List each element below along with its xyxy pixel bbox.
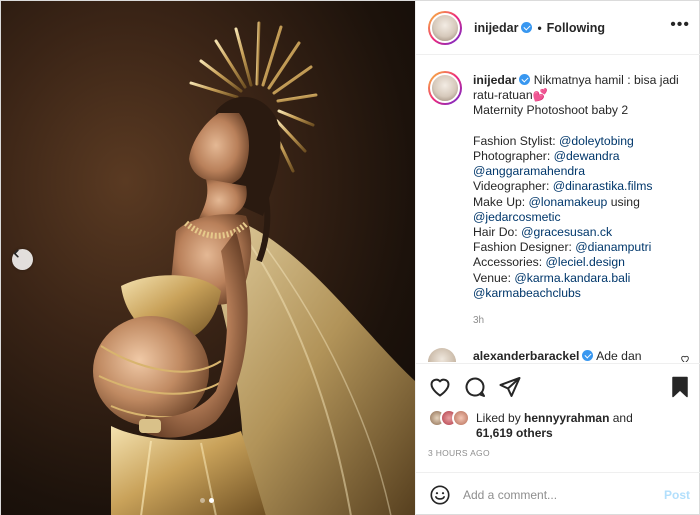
emoji-icon[interactable] bbox=[429, 484, 451, 506]
author-username[interactable]: inijedar bbox=[474, 21, 518, 35]
liked-by-avatars[interactable] bbox=[428, 409, 476, 427]
verified-badge-icon bbox=[582, 350, 594, 361]
caption-timestamp[interactable]: 3h bbox=[473, 315, 484, 326]
comment-like-heart-icon[interactable] bbox=[680, 354, 690, 362]
chevron-left-icon bbox=[13, 249, 19, 258]
save-bookmark-icon[interactable] bbox=[668, 375, 692, 399]
mention-link[interactable]: @gracesusan.ck bbox=[521, 225, 612, 239]
carousel-dot bbox=[200, 498, 205, 503]
mention-link[interactable]: @dinarastika.films bbox=[553, 179, 653, 193]
post-photo[interactable] bbox=[1, 1, 415, 515]
like-heart-icon[interactable] bbox=[428, 375, 452, 399]
credit-label: Videographer: bbox=[473, 179, 550, 194]
more-horizontal-icon[interactable]: ••• bbox=[670, 17, 690, 33]
caption-username[interactable]: inijedar bbox=[473, 73, 516, 87]
action-bar bbox=[416, 363, 700, 409]
credit-label: Fashion Designer: bbox=[473, 240, 572, 255]
verified-badge-icon bbox=[521, 22, 533, 33]
mention-link[interactable]: @lonamakeup bbox=[529, 195, 608, 209]
likes-count[interactable]: 61,619 others bbox=[476, 426, 553, 440]
carousel-indicator bbox=[200, 498, 214, 503]
mention-link[interactable]: @dianamputri bbox=[575, 240, 651, 254]
post-comment-button[interactable]: Post bbox=[664, 488, 690, 502]
mention-link[interactable]: @leciel.design bbox=[545, 255, 624, 269]
caption-line-2: Maternity Photoshoot baby 2 bbox=[473, 103, 629, 118]
credit-label: Accessories: bbox=[473, 255, 543, 270]
credit-label: Hair Do: bbox=[473, 225, 518, 240]
credit-label: Venue: bbox=[473, 270, 511, 285]
post-header: inijedar • Following ••• bbox=[416, 1, 700, 55]
posted-time[interactable]: 3 HOURS AGO bbox=[428, 448, 490, 458]
comment-text: Ade dan bbox=[596, 349, 642, 362]
following-button[interactable]: Following bbox=[547, 21, 605, 35]
add-comment-bar: Post bbox=[416, 472, 700, 515]
likes-connector: and bbox=[612, 411, 633, 425]
verified-badge-icon bbox=[519, 74, 531, 85]
carousel-dot-active bbox=[209, 498, 214, 503]
credit-label: Photographer: bbox=[473, 149, 551, 164]
mention-link[interactable]: @karma.kandara.bali bbox=[514, 271, 630, 285]
likes-text: Liked by hennyyrahman and 61,619 others bbox=[476, 411, 633, 441]
commenter-username[interactable]: alexanderbarackel bbox=[473, 349, 579, 362]
comment-input[interactable] bbox=[463, 485, 653, 505]
likes-summary: Liked by hennyyrahman and 61,619 others bbox=[428, 406, 698, 442]
credit-label: Fashion Stylist: bbox=[473, 133, 556, 148]
credit-suffix: using bbox=[610, 194, 640, 209]
share-paper-plane-icon[interactable] bbox=[498, 375, 522, 399]
mention-link[interactable]: @dewandra bbox=[554, 149, 620, 163]
post-sidebar: inijedar • Following ••• inijedar Nikmat… bbox=[415, 1, 700, 515]
mention-link[interactable]: @anggaramahendra bbox=[473, 164, 585, 178]
author-avatar[interactable] bbox=[428, 10, 462, 45]
mention-link[interactable]: @jedarcosmetic bbox=[473, 210, 561, 224]
credit-label: Make Up: bbox=[473, 194, 526, 209]
mention-link[interactable]: @doleytobing bbox=[559, 134, 634, 148]
likes-prefix: Liked by bbox=[476, 411, 521, 425]
commenter-avatar[interactable] bbox=[428, 348, 456, 362]
liker-avatar[interactable] bbox=[452, 409, 470, 427]
comment-bubble-icon[interactable] bbox=[463, 375, 487, 399]
comment-item: alexanderbarackel Ade dan bbox=[473, 349, 642, 362]
caption-author-avatar[interactable] bbox=[428, 71, 462, 105]
header-separator: • bbox=[537, 20, 542, 35]
mention-link[interactable]: @karmabeachclubs bbox=[473, 286, 581, 300]
previous-slide-button[interactable] bbox=[12, 249, 33, 270]
post-dialog: inijedar • Following ••• inijedar Nikmat… bbox=[0, 0, 700, 515]
post-caption: inijedar Nikmatnya hamil : bisa jadi rat… bbox=[473, 73, 695, 301]
comments-section[interactable]: inijedar Nikmatnya hamil : bisa jadi rat… bbox=[416, 56, 700, 362]
liker-username[interactable]: hennyyrahman bbox=[524, 411, 609, 425]
maternity-photo-illustration bbox=[93, 21, 415, 515]
